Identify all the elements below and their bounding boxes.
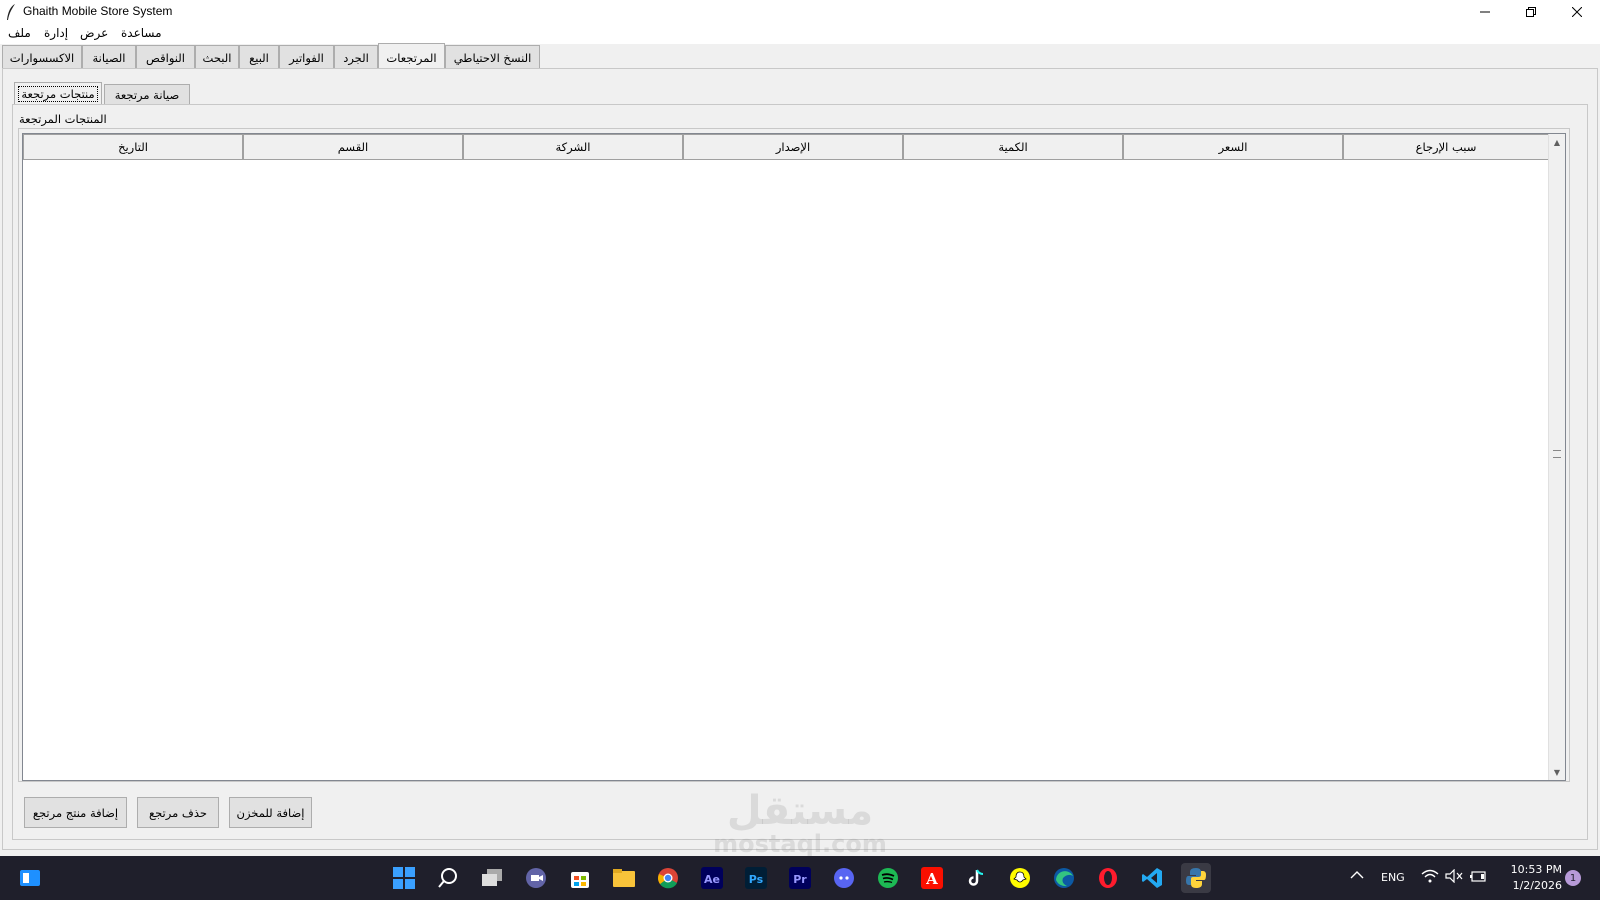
scroll-down-icon[interactable]: ▼ xyxy=(1549,764,1565,780)
clock-time: 10:53 PM xyxy=(1510,863,1562,876)
tab-invoices[interactable]: الفواتير xyxy=(279,45,334,69)
table-header: التاريخ القسم الشركة الإصدار الكمية السع… xyxy=(23,134,1567,160)
premiere-icon[interactable]: Pr xyxy=(785,863,815,893)
tab-shortages[interactable]: النواقص xyxy=(136,45,195,69)
volume-muted-icon[interactable] xyxy=(1445,868,1463,886)
tab-maintenance[interactable]: الصيانة xyxy=(82,45,136,69)
snapchat-icon[interactable] xyxy=(1005,863,1035,893)
tiktok-icon[interactable] xyxy=(961,863,991,893)
svg-text:A: A xyxy=(925,870,938,888)
discord-icon[interactable] xyxy=(829,863,859,893)
tab-returns[interactable]: المرتجعات xyxy=(378,43,445,71)
menu-manage[interactable]: إدارة xyxy=(44,26,68,40)
returned-products-table[interactable]: التاريخ القسم الشركة الإصدار الكمية السع… xyxy=(22,133,1566,781)
spotify-icon[interactable] xyxy=(873,863,903,893)
edge-icon[interactable] xyxy=(1049,863,1079,893)
watermark-arabic: مستقل xyxy=(726,788,874,834)
close-icon xyxy=(1572,7,1582,17)
tab-inventory[interactable]: الجرد xyxy=(334,45,378,69)
tab-backup[interactable]: النسخ الاحتياطي xyxy=(445,45,540,69)
column-category[interactable]: القسم xyxy=(243,134,463,160)
svg-text:Pr: Pr xyxy=(793,873,807,886)
vscode-icon[interactable] xyxy=(1137,863,1167,893)
delete-return-button[interactable]: حذف مرتجع xyxy=(137,797,219,828)
python-icon[interactable] xyxy=(1181,863,1211,893)
minimize-icon xyxy=(1480,11,1490,13)
svg-text:Ps: Ps xyxy=(749,873,764,886)
column-company[interactable]: الشركة xyxy=(463,134,683,160)
wifi-icon[interactable] xyxy=(1421,869,1439,886)
feather-icon xyxy=(7,4,15,20)
file-explorer-icon[interactable] xyxy=(609,863,639,893)
column-quantity[interactable]: الكمية xyxy=(903,134,1123,160)
subtab-returned-maintenance[interactable]: صيانة مرتجعة xyxy=(104,84,190,104)
photoshop-icon[interactable]: Ps xyxy=(741,863,771,893)
title-bar: Ghaith Mobile Store System xyxy=(0,0,1600,24)
language-indicator[interactable]: ENG xyxy=(1381,871,1405,884)
notification-badge[interactable]: 1 xyxy=(1565,870,1581,886)
subtab-returned-products[interactable]: منتجات مرتجعة xyxy=(14,82,102,104)
group-label: المنتجات المرتجعة xyxy=(19,112,107,126)
close-button[interactable] xyxy=(1554,0,1600,24)
restore-button[interactable] xyxy=(1508,0,1554,24)
search-icon[interactable] xyxy=(433,863,463,893)
menu-help[interactable]: مساعدة xyxy=(121,26,162,40)
battery-icon[interactable] xyxy=(1469,869,1487,886)
window-title: Ghaith Mobile Store System xyxy=(23,4,173,18)
add-returned-product-button[interactable]: إضافة منتج مرتجع xyxy=(24,797,127,828)
tab-sales[interactable]: البيع xyxy=(239,45,279,69)
column-price[interactable]: السعر xyxy=(1123,134,1343,160)
task-view-icon[interactable] xyxy=(477,863,507,893)
show-hidden-icons-icon[interactable] xyxy=(1350,870,1364,883)
tab-accessories[interactable]: الاكسسوارات xyxy=(2,45,82,69)
column-version[interactable]: الإصدار xyxy=(683,134,903,160)
clock-date: 1/2/2026 xyxy=(1512,879,1562,892)
restore-icon xyxy=(1526,7,1536,17)
menu-bar: ملف إدارة عرض مساعدة xyxy=(0,24,1600,44)
svg-text:Ae: Ae xyxy=(704,873,720,886)
tab-search[interactable]: البحث xyxy=(195,45,239,69)
widgets-icon[interactable] xyxy=(15,863,45,893)
subtab-returned-maintenance-label: صيانة مرتجعة xyxy=(114,87,180,102)
subtab-returned-products-label: منتجات مرتجعة xyxy=(18,85,98,102)
vertical-scrollbar[interactable]: ▲ ▼ xyxy=(1548,134,1565,780)
chrome-icon[interactable] xyxy=(653,863,683,893)
clock[interactable]: 10:53 PM 1/2/2026 xyxy=(1494,862,1562,894)
column-date[interactable]: التاريخ xyxy=(23,134,243,160)
add-to-stock-button[interactable]: إضافة للمخزن xyxy=(229,797,312,828)
watermark: مستقل mostaql.com xyxy=(700,790,900,856)
scroll-grip-icon xyxy=(1553,450,1561,458)
scroll-up-icon[interactable]: ▲ xyxy=(1549,134,1565,150)
acrobat-icon[interactable]: A xyxy=(917,863,947,893)
watermark-latin: mostaql.com xyxy=(713,830,887,858)
minimize-button[interactable] xyxy=(1462,0,1508,24)
column-return-reason[interactable]: سبب الإرجاع xyxy=(1343,134,1549,160)
taskbar: Ae Ps Pr A ENG 10:53 PM 1/2/2026 1 xyxy=(0,856,1600,900)
store-icon[interactable] xyxy=(565,863,595,893)
start-icon[interactable] xyxy=(389,863,419,893)
teams-chat-icon[interactable] xyxy=(521,863,551,893)
menu-view[interactable]: عرض xyxy=(80,26,108,40)
after-effects-icon[interactable]: Ae xyxy=(697,863,727,893)
menu-file[interactable]: ملف xyxy=(8,26,31,40)
opera-icon[interactable] xyxy=(1093,863,1123,893)
